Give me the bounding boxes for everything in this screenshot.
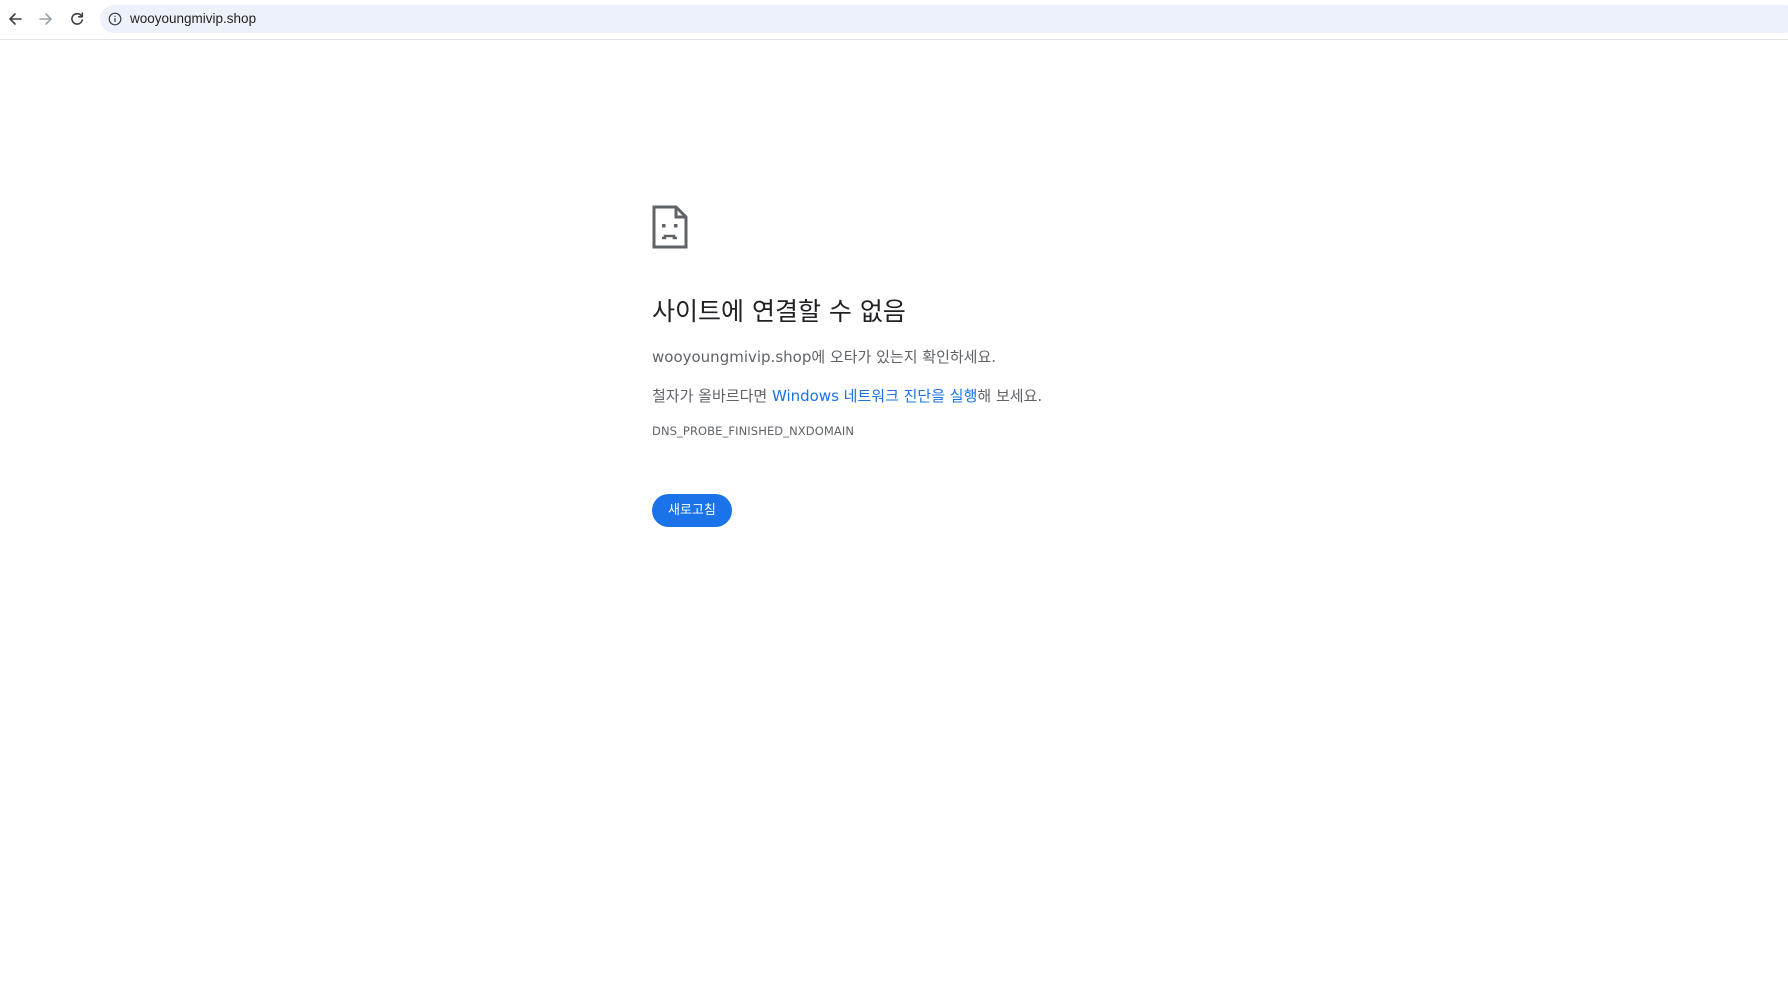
network-diagnostics-link[interactable]: Windows 네트워크 진단을 실행	[772, 387, 977, 405]
error-code: DNS_PROBE_FINISHED_NXDOMAIN	[652, 424, 855, 438]
diagnostics-suffix: 해 보세요.	[977, 387, 1043, 405]
site-info-button[interactable]	[106, 10, 124, 28]
browser-toolbar: wooyoungmivip.shop	[0, 0, 1788, 40]
diagnostics-suggestion: 철자가 올바르다면 Windows 네트워크 진단을 실행해 보세요.	[652, 385, 1042, 406]
domain-text: wooyoungmivip.shop	[652, 348, 812, 366]
info-circle-icon	[108, 12, 122, 26]
diagnostics-prefix: 철자가 올바르다면	[652, 387, 772, 405]
url-text[interactable]: wooyoungmivip.shop	[130, 5, 256, 33]
sad-document-icon	[652, 205, 688, 249]
arrow-right-icon	[39, 13, 52, 25]
reload-toolbar-button[interactable]	[64, 6, 90, 32]
reload-button[interactable]: 새로고침	[652, 494, 732, 527]
back-button[interactable]	[2, 6, 28, 32]
forward-button[interactable]	[33, 6, 59, 32]
page-title: 사이트에 연결할 수 없음	[652, 297, 906, 326]
typo-suggestion: wooyoungmivip.shop에 오타가 있는지 확인하세요.	[652, 346, 996, 367]
error-content: 사이트에 연결할 수 없음 wooyoungmivip.shop에 오타가 있는…	[652, 205, 1412, 527]
typo-suggestion-text: 에 오타가 있는지 확인하세요.	[811, 348, 997, 366]
address-bar[interactable]: wooyoungmivip.shop	[100, 5, 1788, 33]
reload-icon	[71, 12, 84, 25]
arrow-left-icon	[9, 13, 22, 25]
